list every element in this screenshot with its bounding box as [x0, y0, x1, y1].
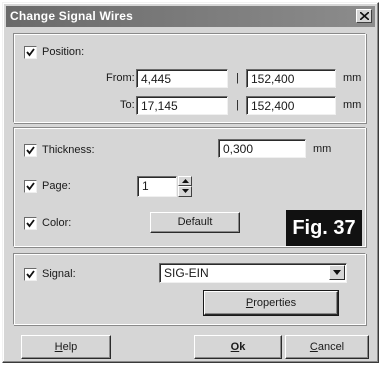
cancel-button[interactable]: Cancel — [285, 335, 369, 359]
signal-select-value: SIG-EIN — [164, 266, 209, 280]
cancel-label: ancel — [317, 341, 345, 353]
from-separator: | — [236, 72, 239, 84]
help-label: elp — [62, 341, 78, 353]
close-icon — [360, 12, 369, 20]
attributes-group: Thickness: 0,300 mm Page: 1 Color: Defau… — [13, 127, 366, 247]
close-button[interactable] — [356, 9, 372, 23]
color-checkbox[interactable] — [24, 217, 37, 230]
thickness-checkbox[interactable] — [24, 144, 37, 157]
ok-button[interactable]: Ok — [194, 335, 282, 359]
page-checkbox[interactable] — [24, 180, 37, 193]
from-label: From: — [106, 72, 135, 84]
signal-group: Signal: SIG-EIN Properties — [13, 253, 366, 325]
change-signal-wires-dialog: Change Signal Wires Position: From: 4,44… — [2, 2, 379, 363]
page-spinner[interactable] — [178, 176, 192, 197]
spin-down-button[interactable] — [178, 186, 192, 197]
spin-up-button[interactable] — [178, 176, 192, 186]
position-label: Position: — [42, 46, 85, 58]
chevron-down-icon — [333, 270, 341, 275]
to-unit-label: mm — [343, 99, 362, 111]
title-bar[interactable]: Change Signal Wires — [6, 6, 375, 27]
signal-checkbox[interactable] — [24, 268, 37, 281]
ok-label: k — [239, 341, 246, 353]
properties-label: roperties — [253, 297, 297, 309]
signal-select[interactable]: SIG-EIN — [159, 263, 347, 283]
color-default-button[interactable]: Default — [150, 212, 240, 233]
to-y-input[interactable]: 152,400 — [246, 96, 336, 115]
checkmark-icon — [26, 182, 35, 191]
thickness-label: Thickness: — [42, 144, 95, 156]
page-input[interactable]: 1 — [137, 176, 177, 197]
arrow-down-icon — [182, 189, 189, 193]
page-label: Page: — [42, 180, 71, 192]
checkmark-icon — [26, 146, 35, 155]
ok-hotkey: O — [230, 341, 240, 353]
thickness-unit-label: mm — [313, 143, 332, 155]
arrow-up-icon — [182, 179, 189, 183]
checkmark-icon — [26, 48, 35, 57]
help-hotkey: H — [54, 341, 63, 353]
color-label: Color: — [42, 217, 72, 229]
signal-dropdown-button[interactable] — [329, 265, 345, 280]
signal-label: Signal: — [42, 268, 76, 280]
properties-button[interactable]: Properties — [203, 290, 339, 316]
from-x-input[interactable]: 4,445 — [136, 69, 228, 88]
from-y-input[interactable]: 152,400 — [246, 69, 336, 88]
from-unit-label: mm — [343, 72, 362, 84]
help-button[interactable]: Help — [21, 335, 111, 359]
position-checkbox[interactable] — [24, 46, 37, 59]
checkmark-icon — [26, 270, 35, 279]
figure-label: Fig. 37 — [286, 210, 362, 246]
window-title: Change Signal Wires — [10, 9, 134, 23]
to-label: To: — [120, 99, 135, 111]
to-separator: | — [236, 99, 239, 111]
to-x-input[interactable]: 17,145 — [136, 96, 228, 115]
thickness-input[interactable]: 0,300 — [218, 139, 306, 158]
position-group: Position: From: 4,445 | 152,400 mm To: 1… — [13, 33, 366, 123]
checkmark-icon — [26, 219, 35, 228]
cancel-hotkey: C — [309, 341, 318, 353]
